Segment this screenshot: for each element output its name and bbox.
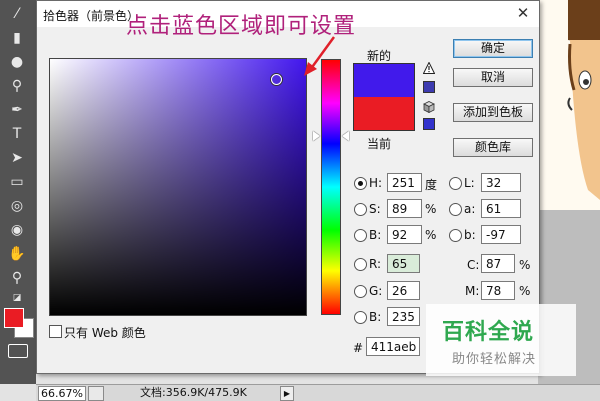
new-color-label: 新的 xyxy=(367,49,392,63)
annotation-arrow-icon xyxy=(304,36,336,76)
watermark-title: 百科全说 xyxy=(442,320,535,345)
color-field[interactable] xyxy=(49,58,307,316)
new-color-swatch xyxy=(354,64,414,97)
brush-tool-icon[interactable]: ⁄ xyxy=(6,4,28,24)
a-channel-radio[interactable] xyxy=(449,203,462,216)
cyan-input[interactable]: 87 xyxy=(481,254,515,273)
hue-input[interactable]: 251 xyxy=(387,173,422,192)
add-to-swatches-button[interactable]: 添加到色板 xyxy=(453,103,533,122)
document-size-info: 文档:356.9K/475.9K xyxy=(140,386,247,399)
watermark-subtitle: 助你轻松解决 xyxy=(452,352,537,367)
hue-unit: 度 xyxy=(425,178,438,192)
status-bar: 66.67% 文档:356.9K/475.9K ▶ xyxy=(36,384,600,401)
cyan-unit: % xyxy=(519,258,531,272)
lightness-label: L: xyxy=(464,176,475,190)
foreground-color-swatch[interactable] xyxy=(4,308,24,328)
status-menu-arrow-icon[interactable]: ▶ xyxy=(280,386,294,401)
saturation-input[interactable]: 89 xyxy=(387,199,422,218)
ok-button[interactable]: 确定 xyxy=(453,39,533,58)
canvas-artwork xyxy=(538,0,600,210)
current-color-label: 当前 xyxy=(367,137,392,151)
hand-tool-icon[interactable]: ✋ xyxy=(6,244,28,264)
hex-label: # xyxy=(353,341,364,355)
color-comparison-swatch xyxy=(353,63,415,131)
web-colors-only-checkbox[interactable] xyxy=(49,325,62,338)
navigator-icon[interactable] xyxy=(88,386,104,401)
out-of-gamut-warning-icon[interactable] xyxy=(423,62,435,74)
hue-radio[interactable] xyxy=(354,177,367,190)
brightness-input[interactable]: 92 xyxy=(387,225,422,244)
b-channel-label: b: xyxy=(464,228,476,242)
3d-orbit-tool-icon[interactable]: ◉ xyxy=(6,220,28,240)
cyan-label: C: xyxy=(467,258,480,272)
red-radio[interactable] xyxy=(354,258,367,271)
web-colors-only-label: 只有 Web 颜色 xyxy=(64,326,146,340)
hue-slider-handle-right[interactable] xyxy=(342,131,349,141)
blue-input[interactable]: 235 xyxy=(387,307,420,326)
current-color-swatch[interactable] xyxy=(354,97,414,130)
lightness-radio[interactable] xyxy=(449,177,462,190)
red-label: R: xyxy=(369,257,382,271)
path-selection-tool-icon[interactable]: ➤ xyxy=(6,148,28,168)
saturation-radio[interactable] xyxy=(354,203,367,216)
blur-tool-icon[interactable]: ● xyxy=(6,52,28,72)
magenta-unit: % xyxy=(519,284,531,298)
web-safe-color-swatch[interactable] xyxy=(423,118,435,130)
zoom-tool-icon[interactable]: ⚲ xyxy=(6,268,28,288)
pen-tool-icon[interactable]: ✒ xyxy=(6,100,28,120)
blue-label: B: xyxy=(369,310,382,324)
zoom-level-field[interactable]: 66.67% xyxy=(38,386,86,401)
3d-rotate-tool-icon[interactable]: ◎ xyxy=(6,196,28,216)
saturation-unit: % xyxy=(425,202,437,216)
green-radio[interactable] xyxy=(354,285,367,298)
blue-radio[interactable] xyxy=(354,311,367,324)
close-icon[interactable]: ✕ xyxy=(513,3,533,23)
gradient-tool-icon[interactable]: ▮ xyxy=(6,28,28,48)
saturation-label: S: xyxy=(369,202,381,216)
color-libraries-button[interactable]: 颜色库 xyxy=(453,138,533,157)
type-tool-icon[interactable]: T xyxy=(6,124,28,144)
rectangle-tool-icon[interactable]: ▭ xyxy=(6,172,28,192)
magenta-label: M: xyxy=(465,284,480,298)
b-channel-radio[interactable] xyxy=(449,229,462,242)
green-label: G: xyxy=(369,284,383,298)
lightness-input[interactable]: 32 xyxy=(481,173,521,192)
green-input[interactable]: 26 xyxy=(387,281,420,300)
swap-colors-icon[interactable]: ◪ xyxy=(6,288,28,308)
brightness-unit: % xyxy=(425,228,437,242)
a-channel-label: a: xyxy=(464,202,476,216)
cartoon-face-illustration xyxy=(567,0,600,200)
hue-label: H: xyxy=(369,176,383,190)
gamut-color-swatch[interactable] xyxy=(423,81,435,93)
quick-mask-icon[interactable] xyxy=(8,344,28,358)
tools-panel: ⁄ ▮ ● ⚲ ✒ T ➤ ▭ ◎ ◉ ✋ ⚲ ◪ xyxy=(0,0,36,384)
cancel-button[interactable]: 取消 xyxy=(453,68,533,87)
dodge-tool-icon[interactable]: ⚲ xyxy=(6,76,28,96)
a-channel-input[interactable]: 61 xyxy=(481,199,521,218)
brightness-radio[interactable] xyxy=(354,229,367,242)
b-channel-input[interactable]: -97 xyxy=(481,225,521,244)
color-field-cursor[interactable] xyxy=(271,74,282,85)
hex-input[interactable]: 411aeb xyxy=(366,337,420,356)
hue-slider[interactable] xyxy=(321,59,341,315)
brightness-label: B: xyxy=(369,228,382,242)
magenta-input[interactable]: 78 xyxy=(481,281,515,300)
hue-slider-handle-left[interactable] xyxy=(313,131,320,141)
web-safe-cube-icon[interactable] xyxy=(423,101,435,113)
red-input[interactable]: 65 xyxy=(387,254,420,273)
dialog-title: 拾色器（前景色） xyxy=(43,9,140,23)
